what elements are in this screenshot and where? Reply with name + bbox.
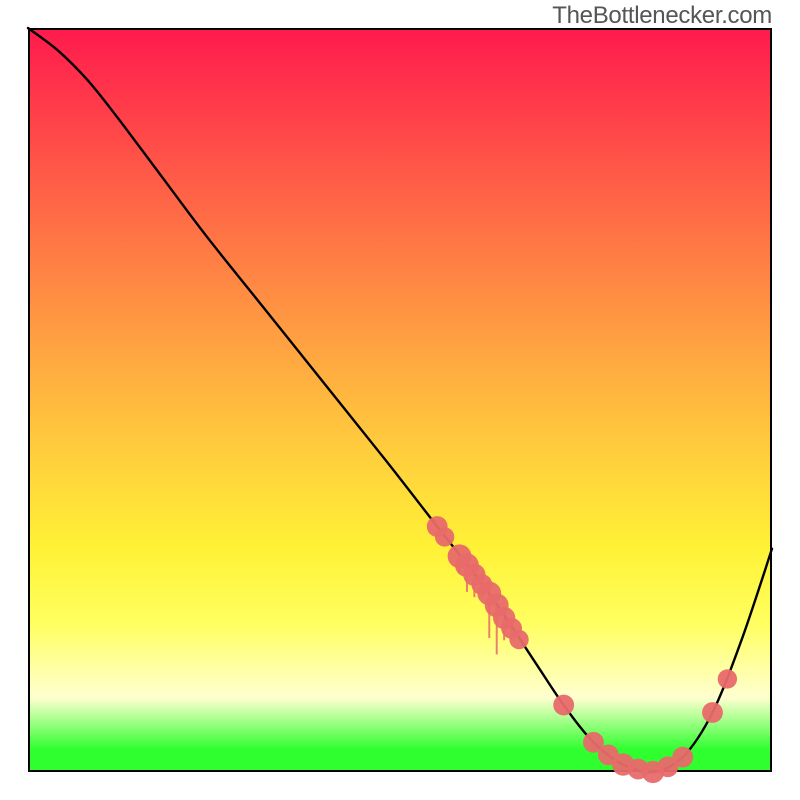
attribution-label: TheBottlenecker.com bbox=[552, 2, 772, 30]
plot-background bbox=[28, 28, 772, 772]
chart-stage: TheBottlenecker.com bbox=[0, 0, 800, 800]
